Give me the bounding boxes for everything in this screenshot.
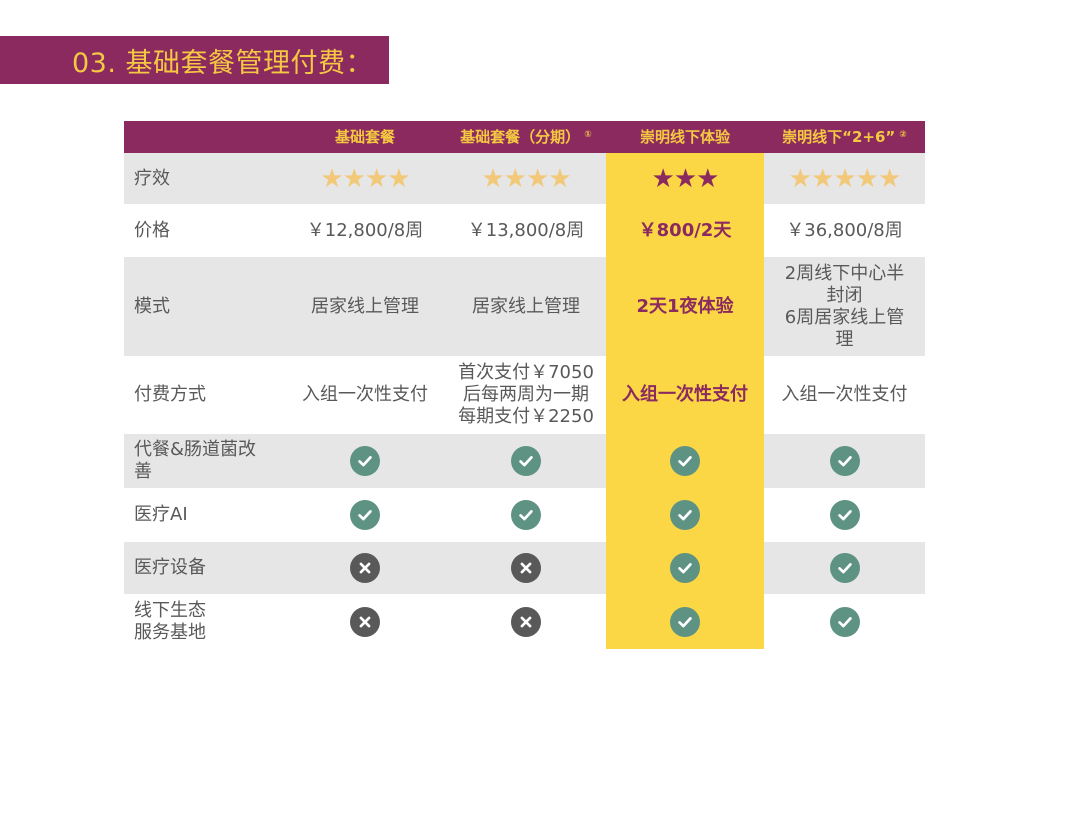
rating-stars: ★★★★★ (788, 163, 902, 194)
feature-cell (764, 542, 925, 594)
row-label-line: 善 (134, 461, 152, 482)
mode-line: 6周居家线上管 (784, 306, 905, 328)
row-label-line: 线下生态 (134, 599, 206, 621)
rating-stars: ★★★ (606, 153, 764, 204)
feature-cell (764, 594, 925, 649)
mode-value: 居家线上管理 (472, 295, 580, 317)
header-chongming-2-6: 崇明线下“2+6” ② (764, 121, 925, 153)
row-label: 付费方式 (134, 384, 206, 405)
feature-cell (446, 488, 606, 542)
title-bar: 03. 基础套餐管理付费： (0, 36, 389, 84)
check-icon (829, 500, 860, 530)
table-row: 付费方式 入组一次性支付 首次支付￥7050 后每两周为一期 每期支付￥2250… (124, 356, 925, 434)
payment-value: 首次支付￥7050 后每两周为一期 每期支付￥2250 (446, 356, 606, 434)
feature-cell (606, 434, 764, 488)
header-installment: 基础套餐（分期） ① (446, 121, 606, 153)
payment-line: 每期支付￥2250 (458, 406, 594, 427)
check-icon (511, 500, 541, 530)
table-header: 基础套餐 基础套餐（分期） ① 崇明线下体验 崇明线下“2+6” ② (124, 121, 925, 153)
mode-line: 封闭 (826, 284, 863, 306)
cross-icon (511, 553, 541, 583)
footnote-mark-1: ① (584, 130, 592, 140)
feature-cell (446, 594, 606, 649)
check-icon (829, 606, 860, 637)
payment-value: 入组一次性支付 (781, 384, 908, 405)
check-icon (350, 446, 380, 476)
price-value: ￥12,800/8周 (306, 219, 424, 241)
feature-cell (284, 488, 446, 542)
feature-cell (446, 434, 606, 488)
cross-icon (350, 606, 380, 637)
check-icon (829, 446, 860, 476)
price-value: ￥800/2天 (606, 204, 764, 257)
feature-cell (606, 542, 764, 594)
table-row: 疗效 ★★★★ ★★★★ ★★★ ★★★★★ (124, 153, 925, 204)
cross-icon (350, 553, 380, 583)
mode-line: 2周线下中心半 (784, 262, 905, 284)
header-chongming-2-6-label: 崇明线下“2+6” (782, 128, 896, 146)
table-row: 医疗设备 (124, 542, 925, 594)
row-label: 价格 (134, 219, 170, 241)
table-row: 模式 居家线上管理 居家线上管理 2天1夜体验 2周线下中心半 封闭 6周居家线… (124, 257, 925, 356)
feature-cell (764, 434, 925, 488)
rating-stars: ★★★★ (481, 163, 571, 194)
row-label: 医疗设备 (134, 557, 206, 578)
table-row: 价格 ￥12,800/8周 ￥13,800/8周 ￥800/2天 ￥36,800… (124, 204, 925, 257)
check-icon (670, 446, 700, 476)
table-row: 代餐&肠道菌改 善 (124, 434, 925, 488)
feature-cell (284, 542, 446, 594)
mode-line: 理 (835, 328, 854, 350)
check-icon (670, 500, 700, 530)
feature-cell (764, 488, 925, 542)
header-chongming-trial-label: 崇明线下体验 (639, 128, 730, 146)
payment-line: 首次支付￥7050 (458, 362, 594, 383)
check-icon (670, 553, 700, 583)
check-icon (511, 446, 541, 476)
row-label: 线下生态 服务基地 (124, 594, 284, 649)
cross-icon (511, 606, 541, 637)
table-row: 医疗AI (124, 488, 925, 542)
row-label: 代餐&肠道菌改 善 (124, 434, 284, 488)
check-icon (350, 500, 380, 530)
mode-value: 2天1夜体验 (606, 257, 764, 356)
header-empty (124, 121, 284, 153)
table-row: 线下生态 服务基地 (124, 594, 925, 649)
mode-value: 2周线下中心半 封闭 6周居家线上管 理 (764, 257, 925, 356)
header-basic-label: 基础套餐 (334, 128, 395, 146)
rating-stars: ★★★★ (320, 163, 410, 194)
row-label-line: 服务基地 (134, 621, 206, 643)
row-label: 疗效 (134, 167, 170, 189)
header-installment-label: 基础套餐（分期） (460, 128, 581, 146)
row-label: 模式 (134, 295, 170, 317)
check-icon (829, 553, 860, 583)
payment-value: 入组一次性支付 (606, 356, 764, 434)
price-value: ￥36,800/8周 (786, 219, 903, 241)
row-label-line: 代餐&肠道菌改 (134, 439, 257, 460)
header-basic: 基础套餐 (284, 121, 446, 153)
mode-value: 居家线上管理 (311, 295, 419, 317)
payment-value: 入组一次性支付 (302, 384, 428, 405)
payment-line: 后每两周为一期 (463, 384, 589, 405)
feature-cell (284, 434, 446, 488)
footnote-mark-2: ② (899, 130, 907, 140)
header-chongming-trial: 崇明线下体验 (606, 121, 764, 153)
row-label: 医疗AI (134, 504, 188, 525)
check-icon (670, 606, 700, 637)
feature-cell (606, 488, 764, 542)
page-title: 03. 基础套餐管理付费： (72, 47, 374, 79)
feature-cell (446, 542, 606, 594)
price-value: ￥13,800/8周 (467, 219, 585, 241)
feature-cell (606, 594, 764, 649)
feature-cell (284, 594, 446, 649)
